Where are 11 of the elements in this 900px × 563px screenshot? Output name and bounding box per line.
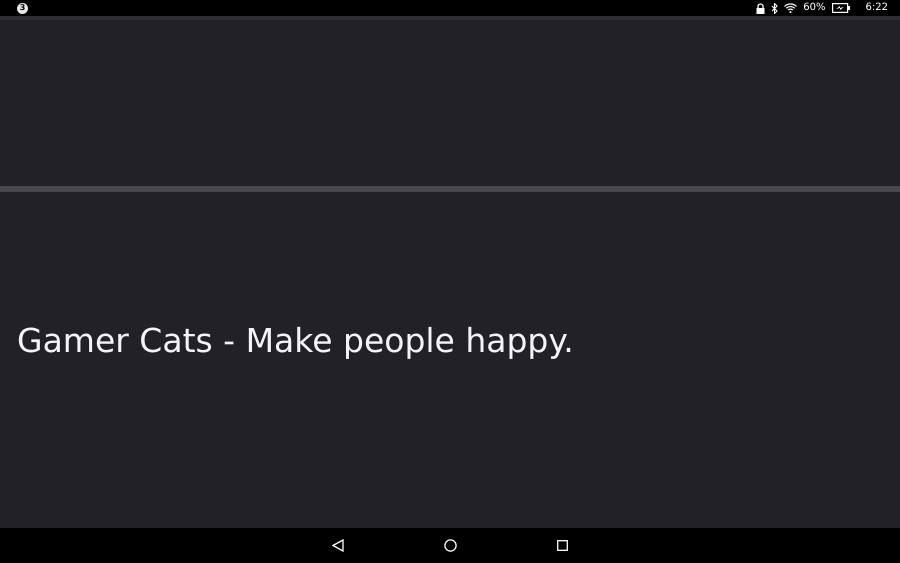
message-text: Gamer Cats - Make people happy. [17, 321, 574, 361]
back-icon[interactable] [332, 539, 344, 552]
lock-icon [756, 2, 766, 14]
clock-time: 6:22 [866, 2, 888, 14]
recents-icon[interactable] [557, 540, 568, 551]
wifi-icon [784, 3, 798, 13]
battery-charging-icon [832, 3, 850, 13]
notification-badge: 3 [17, 2, 28, 14]
battery-percent: 60% [803, 2, 826, 14]
bluetooth-icon [771, 2, 778, 14]
home-icon[interactable] [444, 539, 457, 552]
